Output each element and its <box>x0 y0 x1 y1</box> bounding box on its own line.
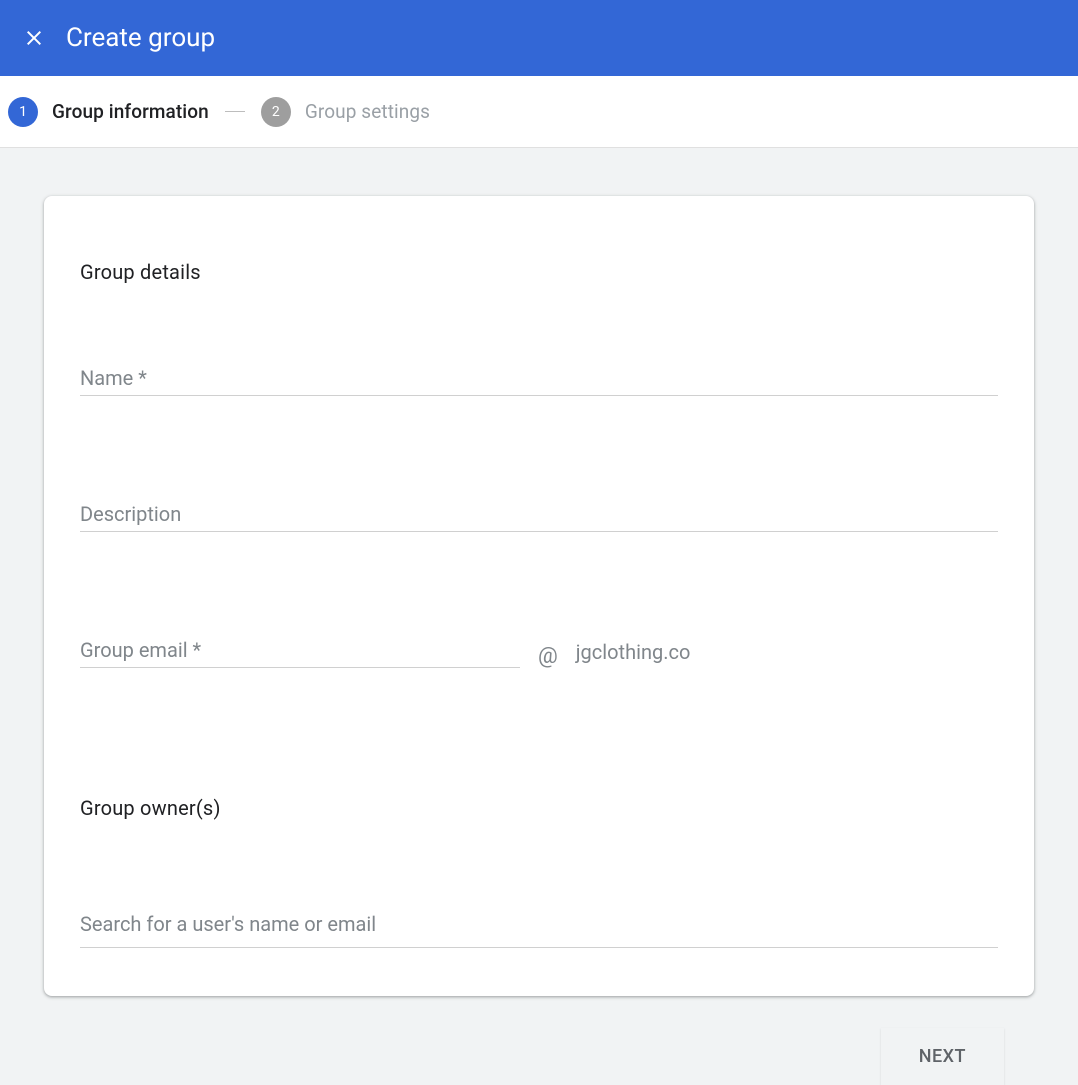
name-field[interactable] <box>80 364 998 392</box>
section-title-group-owners: Group owner(s) <box>80 796 998 820</box>
description-field-wrapper <box>80 500 998 532</box>
header: Create group <box>0 0 1078 76</box>
step-group-information[interactable]: 1 Group information <box>8 97 209 127</box>
step-label-1: Group information <box>52 100 209 123</box>
step-divider <box>225 111 245 112</box>
close-icon <box>22 26 46 50</box>
name-field-wrapper <box>80 364 998 396</box>
content-area: Group details @ jgclothing.co Group owne… <box>0 148 1078 1085</box>
close-button[interactable] <box>10 14 58 62</box>
description-field[interactable] <box>80 500 998 528</box>
step-group-settings[interactable]: 2 Group settings <box>261 97 430 127</box>
section-title-group-details: Group details <box>80 260 998 284</box>
page-title: Create group <box>66 23 215 53</box>
next-button[interactable]: NEXT <box>881 1028 1004 1085</box>
stepper: 1 Group information 2 Group settings <box>0 76 1078 148</box>
email-row: @ jgclothing.co <box>80 636 998 668</box>
owners-field-wrapper <box>80 900 998 948</box>
email-field-wrapper <box>80 636 520 668</box>
step-number-1: 1 <box>8 97 38 127</box>
group-email-field[interactable] <box>80 636 520 664</box>
at-symbol: @ <box>538 646 558 668</box>
domain-text: jgclothing.co <box>576 642 691 668</box>
footer: NEXT <box>44 996 1034 1085</box>
form-card: Group details @ jgclothing.co Group owne… <box>44 196 1034 996</box>
step-number-2: 2 <box>261 97 291 127</box>
owners-search-field[interactable] <box>80 910 998 938</box>
step-label-2: Group settings <box>305 100 430 123</box>
